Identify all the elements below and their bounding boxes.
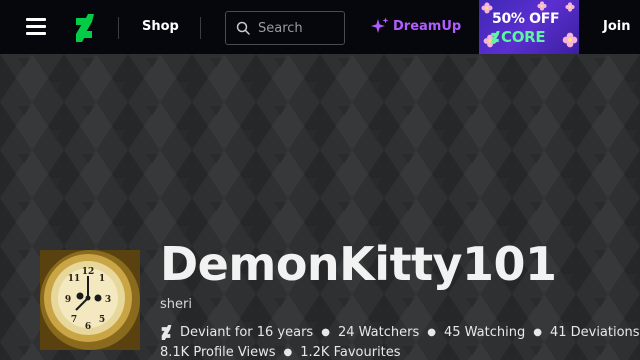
- profile-stats-row: Deviant for 16 years ● 24 Watchers ● 45 …: [160, 325, 640, 340]
- profile-stats-row-2: 8.1K Profile Views ● 1.2K Favourites: [160, 345, 401, 360]
- svg-text:1: 1: [99, 274, 105, 284]
- separator-dot: ●: [427, 327, 436, 338]
- top-navigation-bar: Shop DreamUp: [0, 0, 640, 54]
- sparkle-icon: [371, 17, 389, 33]
- deviant-for-text: Deviant for 16 years: [180, 325, 314, 340]
- search-input[interactable]: [258, 20, 342, 36]
- user-avatar[interactable]: 12 3 6 9 1 11 5 7: [40, 250, 140, 350]
- hamburger-menu-icon[interactable]: [26, 18, 46, 36]
- search-box[interactable]: [225, 11, 345, 45]
- svg-text:11: 11: [68, 274, 81, 284]
- nav-divider: [118, 17, 119, 39]
- profile-views-text: 8.1K Profile Views: [160, 345, 276, 360]
- clock-avatar-image: 12 3 6 9 1 11 5 7: [40, 250, 140, 350]
- flower-decoration-icon: [565, 2, 575, 12]
- dreamup-link[interactable]: DreamUp: [371, 17, 461, 35]
- watching-link[interactable]: 45 Watching: [444, 325, 525, 340]
- promo-discount-text: 50% OFF: [492, 11, 560, 27]
- separator-dot: ●: [283, 347, 293, 358]
- separator-dot: ●: [533, 327, 542, 338]
- svg-text:6: 6: [85, 322, 91, 332]
- join-link[interactable]: Join: [603, 19, 630, 34]
- deviantart-logo-icon[interactable]: [74, 14, 94, 42]
- deviant-badge-icon: [161, 325, 172, 340]
- nav-divider: [200, 17, 201, 39]
- svg-text:12: 12: [82, 267, 95, 277]
- favourites-link[interactable]: 1.2K Favourites: [300, 345, 400, 360]
- search-icon: [236, 21, 250, 35]
- dreamup-label: DreamUp: [393, 18, 462, 34]
- deviations-link[interactable]: 41 Deviations: [550, 325, 640, 340]
- profile-username[interactable]: DemonKitty101: [160, 236, 557, 292]
- flower-decoration-icon: [537, 1, 547, 11]
- core-logo-icon: [491, 31, 500, 44]
- svg-text:9: 9: [65, 295, 71, 305]
- svg-text:5: 5: [99, 315, 105, 325]
- flower-decoration-icon: [562, 32, 578, 48]
- promo-core-text: CORE: [501, 28, 546, 46]
- svg-text:7: 7: [71, 315, 77, 325]
- watchers-link[interactable]: 24 Watchers: [338, 325, 419, 340]
- svg-text:3: 3: [105, 295, 111, 305]
- shop-link[interactable]: Shop: [142, 19, 179, 34]
- promo-banner[interactable]: 50% OFF CORE: [479, 0, 579, 54]
- profile-real-name: sheri: [160, 297, 192, 312]
- separator-dot: ●: [321, 327, 330, 338]
